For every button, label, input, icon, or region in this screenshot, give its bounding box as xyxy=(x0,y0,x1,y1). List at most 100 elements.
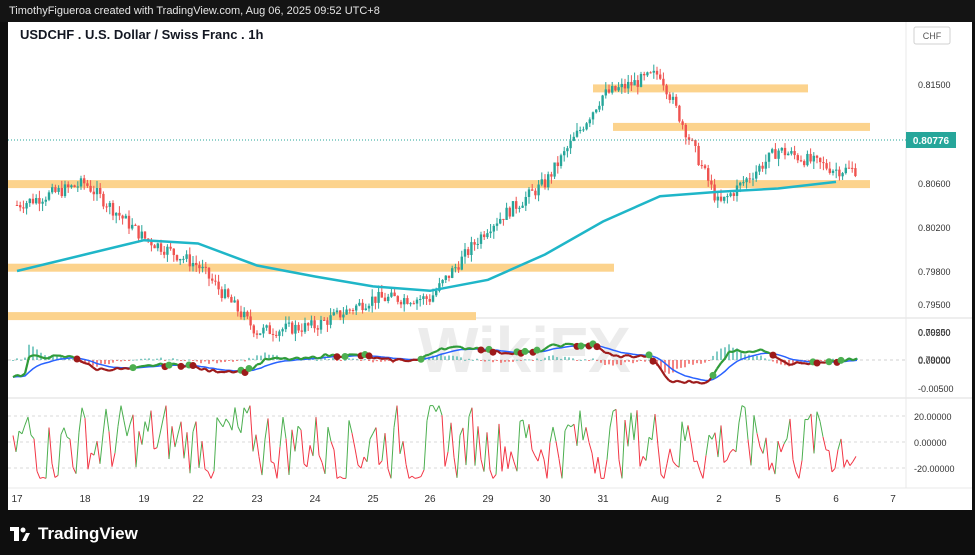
candle-body xyxy=(19,205,22,208)
osc-line-segment xyxy=(18,430,23,435)
macd-histogram-bar xyxy=(188,359,190,361)
macd-line-segment xyxy=(448,345,454,349)
time-tick-label: 5 xyxy=(775,494,781,505)
macd-histogram-bar xyxy=(708,360,710,361)
macd-line-segment xyxy=(764,350,770,354)
osc-line-segment xyxy=(243,407,248,414)
osc-line-segment xyxy=(54,475,59,478)
osc-line-segment xyxy=(810,413,815,454)
macd-histogram-bar xyxy=(156,358,158,360)
candle-body xyxy=(76,186,79,188)
osc-line-segment xyxy=(111,452,116,467)
candle-body xyxy=(41,201,44,204)
candle-body xyxy=(409,303,412,305)
macd-histogram-bar xyxy=(696,360,698,364)
macd-histogram-bar xyxy=(444,356,446,360)
osc-line-segment xyxy=(684,425,689,442)
osc-line-segment xyxy=(213,417,218,472)
time-tick-label: 7 xyxy=(890,494,896,505)
macd-histogram-bar xyxy=(140,358,142,360)
time-tick-label: 23 xyxy=(251,494,263,505)
candle-body xyxy=(307,323,310,326)
candle-body xyxy=(35,197,38,204)
time-tick-label: Aug xyxy=(651,494,669,505)
candle-body xyxy=(732,193,735,196)
macd-line-segment xyxy=(104,368,110,372)
candle-body xyxy=(287,322,291,324)
candle-body xyxy=(700,165,703,167)
candle-body xyxy=(508,207,511,217)
osc-line-segment xyxy=(168,426,173,460)
tradingview-logo[interactable]: TradingView xyxy=(10,524,138,544)
candle-body xyxy=(710,180,713,185)
price-chart-svg[interactable]: WikiFX 0.815000.810000.806000.802000.798… xyxy=(8,22,972,510)
chart-area[interactable]: WikiFX 0.815000.810000.806000.802000.798… xyxy=(8,22,972,510)
osc-line-segment xyxy=(483,432,488,472)
candle-body xyxy=(556,162,559,167)
osc-line-segment xyxy=(753,415,758,434)
candle-body xyxy=(403,298,406,305)
candle-body xyxy=(444,275,447,280)
macd-line-segment xyxy=(716,362,722,370)
macd-histogram-bar xyxy=(472,359,474,361)
macd-histogram-bar xyxy=(148,358,150,360)
osc-line-segment xyxy=(318,455,323,463)
candles-layer xyxy=(15,64,857,342)
candle-body xyxy=(822,162,825,164)
osc-line-segment xyxy=(828,450,833,473)
macd-histogram-bar xyxy=(164,360,166,361)
osc-line-segment xyxy=(720,425,725,463)
osc-line-segment xyxy=(390,427,395,479)
osc-line-segment xyxy=(114,426,119,454)
osc-line-segment xyxy=(507,451,512,469)
osc-line-segment xyxy=(540,449,545,460)
macd-histogram-bar xyxy=(320,359,322,361)
osc-line-segment xyxy=(267,418,272,462)
osc-line-segment xyxy=(552,426,557,442)
candle-body xyxy=(313,320,316,329)
osc-line-segment xyxy=(639,456,644,467)
osc-line-segment xyxy=(348,420,353,434)
macd-line-segment xyxy=(272,356,278,360)
macd-cross-dot xyxy=(649,357,657,365)
osc-line-segment xyxy=(102,408,107,435)
osc-line-segment xyxy=(480,459,485,472)
macd-line-segment xyxy=(636,354,642,358)
macd-histogram-bar xyxy=(588,360,590,361)
candle-body xyxy=(175,255,179,261)
osc-line-segment xyxy=(69,439,74,468)
macd-line-segment xyxy=(16,373,22,378)
candle-body xyxy=(102,193,105,207)
candle-body xyxy=(607,89,611,93)
osc-line-segment xyxy=(324,427,329,474)
candle-body xyxy=(214,280,217,282)
osc-line-segment xyxy=(567,424,572,428)
osc-line-segment xyxy=(666,448,671,464)
time-tick-label: 26 xyxy=(424,494,436,505)
osc-line-segment xyxy=(795,472,800,479)
osc-line-segment xyxy=(417,476,422,479)
candle-body xyxy=(527,189,531,197)
macd-cross-dot xyxy=(521,347,529,355)
candle-body xyxy=(847,167,851,169)
osc-line-segment xyxy=(453,457,458,478)
macd-histogram-bar xyxy=(684,360,686,368)
macd-histogram-bar xyxy=(516,359,518,361)
macd-histogram-bar xyxy=(480,360,482,361)
macd-histogram-bar xyxy=(200,360,202,364)
macd-line-segment xyxy=(108,368,114,372)
candle-body xyxy=(655,70,659,75)
macd-cross-dot xyxy=(645,351,653,359)
candle-body xyxy=(793,151,796,156)
macd-histogram-bar xyxy=(456,356,458,360)
candle-body xyxy=(294,324,297,334)
macd-histogram-bar xyxy=(564,356,566,360)
osc-line-segment xyxy=(798,460,803,479)
candle-body xyxy=(243,311,246,318)
time-axis: 17 18 19 22 23 24 25 26 29 30 31 Aug 2 5 6 7 xyxy=(11,494,896,505)
osc-line-segment xyxy=(738,405,743,423)
macd-tick-label: 0.00000 xyxy=(918,356,951,366)
candle-body xyxy=(316,328,319,330)
osc-line-segment xyxy=(615,409,620,460)
macd-histogram-bar xyxy=(224,360,226,362)
